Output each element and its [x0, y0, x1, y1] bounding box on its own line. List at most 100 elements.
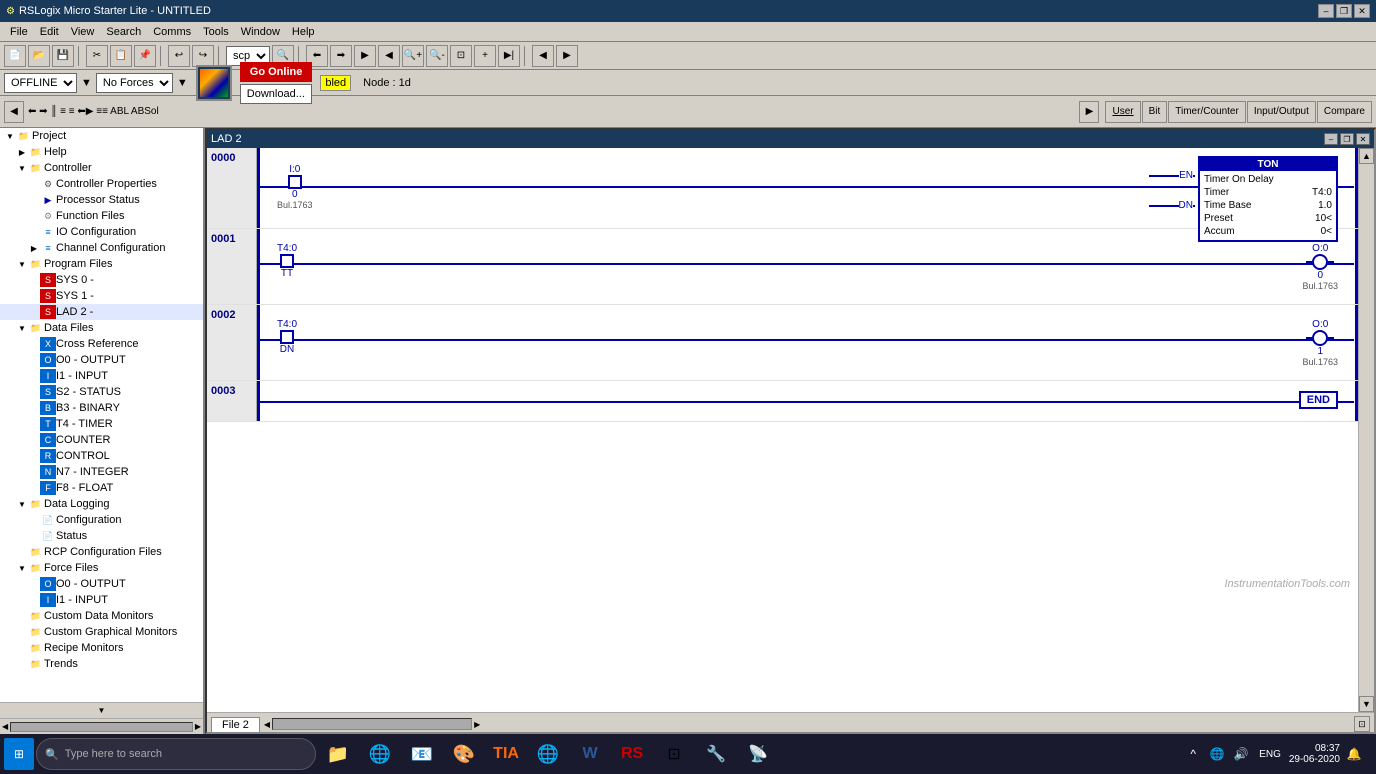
cut-button[interactable]: ✂ [86, 45, 108, 67]
taskbar-app-word[interactable]: W [570, 736, 610, 772]
taskbar-app-paint[interactable]: 🎨 [444, 736, 484, 772]
tree-item-force-input[interactable]: I I1 - INPUT [0, 592, 203, 608]
menu-view[interactable]: View [65, 24, 101, 40]
tree-item-processor-status[interactable]: ▶ Processor Status [0, 192, 203, 208]
taskbar-app-tia[interactable]: TIA [486, 736, 526, 772]
zoom-in[interactable]: 🔍+ [402, 45, 424, 67]
tree-item-data-files[interactable]: ▼ 📁 Data Files [0, 320, 203, 336]
download-button[interactable]: Download... [240, 84, 312, 104]
paste-button[interactable]: 📌 [134, 45, 156, 67]
tree-item-counter[interactable]: C COUNTER [0, 432, 203, 448]
lad-close-btn[interactable]: ✕ [1356, 133, 1370, 145]
h-scroll-left[interactable]: ◀ [264, 720, 270, 729]
tree-item-controller[interactable]: ▼ 📁 Controller [0, 160, 203, 176]
tree-item-recipe[interactable]: 📁 Recipe Monitors [0, 640, 203, 656]
undo-button[interactable]: ↩ [168, 45, 190, 67]
tree-item-input[interactable]: I I1 - INPUT [0, 368, 203, 384]
taskbar-app-mail[interactable]: 📧 [402, 736, 442, 772]
taskbar-app-edge[interactable]: 🌐 [360, 736, 400, 772]
menu-search[interactable]: Search [100, 24, 147, 40]
tree-item-force-output[interactable]: O O0 - OUTPUT [0, 576, 203, 592]
go-online-button[interactable]: Go Online [240, 62, 313, 82]
tree-item-help[interactable]: ▶ 📁 Help [0, 144, 203, 160]
tree-item-custom-graphical[interactable]: 📁 Custom Graphical Monitors [0, 624, 203, 640]
lad-scroll-area[interactable]: 0000 I:0 [207, 148, 1358, 712]
file2-tab[interactable]: File 2 [211, 717, 260, 732]
open-button[interactable]: 📂 [28, 45, 50, 67]
minimize-button[interactable]: – [1318, 4, 1334, 18]
taskbar-app-fileexplorer[interactable]: 📁 [318, 736, 358, 772]
sys-icon-chevron[interactable]: ^ [1183, 744, 1203, 764]
expand-left-btn[interactable]: ◀ [4, 101, 24, 123]
taskbar-app-rslogix[interactable]: RS [612, 736, 652, 772]
tree-item-lad2[interactable]: S LAD 2 - [0, 304, 203, 320]
fwd-button[interactable]: ▶ [556, 45, 578, 67]
add-button[interactable]: + [474, 45, 496, 67]
tree-item-float[interactable]: F F8 - FLOAT [0, 480, 203, 496]
menu-window[interactable]: Window [235, 24, 286, 40]
tab-compare[interactable]: Compare [1317, 101, 1372, 123]
tree-h-scrollbar[interactable]: ◀ ▶ [0, 718, 203, 734]
tree-item-force-files[interactable]: ▼ 📁 Force Files [0, 560, 203, 576]
tree-item-cross-ref[interactable]: X Cross Reference [0, 336, 203, 352]
nav-fwd[interactable]: ▶| [498, 45, 520, 67]
scroll-down-btn[interactable]: ▼ [1359, 696, 1374, 712]
close-button[interactable]: ✕ [1354, 4, 1370, 18]
h-scroll-right[interactable]: ▶ [474, 720, 480, 729]
taskbar-app-extra2[interactable]: 🔧 [696, 736, 736, 772]
search-bar[interactable]: 🔍 Type here to search [36, 738, 316, 770]
menu-tools[interactable]: Tools [197, 24, 235, 40]
back-button[interactable]: ◀ [532, 45, 554, 67]
tree-item-channel-config[interactable]: ▶ ≡ Channel Configuration [0, 240, 203, 256]
menu-comms[interactable]: Comms [147, 24, 197, 40]
restore-button[interactable]: ❐ [1336, 4, 1352, 18]
save-button[interactable]: 💾 [52, 45, 74, 67]
tree-item-program-files[interactable]: ▼ 📁 Program Files [0, 256, 203, 272]
tab-user[interactable]: User [1105, 101, 1140, 123]
clock[interactable]: 08:37 29-06-2020 [1289, 743, 1340, 765]
menu-file[interactable]: File [4, 24, 34, 40]
tab-input-output[interactable]: Input/Output [1247, 101, 1316, 123]
tab-bit[interactable]: Bit [1142, 101, 1168, 123]
corner-btn[interactable]: ⊡ [1354, 716, 1370, 732]
tree-item-io-config[interactable]: ≡ IO Configuration [0, 224, 203, 240]
tab-timer-counter[interactable]: Timer/Counter [1168, 101, 1246, 123]
forces-combo[interactable]: No Forces [96, 73, 173, 93]
zoom-fit[interactable]: ⊡ [450, 45, 472, 67]
scroll-up-btn[interactable]: ▲ [1359, 148, 1374, 164]
tb-btn4[interactable]: ◀ [378, 45, 400, 67]
lad-v-scrollbar[interactable]: ▲ ▼ [1358, 148, 1374, 712]
zoom-out[interactable]: 🔍- [426, 45, 448, 67]
tree-item-sys1[interactable]: S SYS 1 - [0, 288, 203, 304]
tree-item-control[interactable]: R CONTROL [0, 448, 203, 464]
copy-button[interactable]: 📋 [110, 45, 132, 67]
tree-item-trends[interactable]: 📁 Trends [0, 656, 203, 672]
tree-item-custom-data[interactable]: 📁 Custom Data Monitors [0, 608, 203, 624]
tree-scroll-bar[interactable]: ▼ [0, 702, 203, 718]
tree-item-function-files[interactable]: ⚙ Function Files [0, 208, 203, 224]
tree-item-integer[interactable]: N N7 - INTEGER [0, 464, 203, 480]
notification-icon[interactable]: 🔔 [1344, 744, 1364, 764]
start-button[interactable]: ⊞ [4, 738, 34, 770]
tree-item-controller-props[interactable]: ⚙ Controller Properties [0, 176, 203, 192]
lad-minimize-btn[interactable]: – [1324, 133, 1338, 145]
tree-item-binary[interactable]: B B3 - BINARY [0, 400, 203, 416]
lad-h-scrollbar[interactable]: ◀ ▶ [264, 716, 480, 732]
tree-item-status[interactable]: S S2 - STATUS [0, 384, 203, 400]
tree-item-project[interactable]: ▼ 📁 Project [0, 128, 203, 144]
taskbar-app-extra3[interactable]: 📡 [738, 736, 778, 772]
menu-edit[interactable]: Edit [34, 24, 65, 40]
sys-icon-volume[interactable]: 🔊 [1231, 744, 1251, 764]
lad-restore-btn[interactable]: ❐ [1340, 133, 1354, 145]
mode-combo[interactable]: OFFLINE [4, 73, 77, 93]
tb-btn2[interactable]: ➡ [330, 45, 352, 67]
taskbar-app-extra1[interactable]: ⊡ [654, 736, 694, 772]
tb-btn3[interactable]: ▶ [354, 45, 376, 67]
menu-help[interactable]: Help [286, 24, 321, 40]
taskbar-app-chrome[interactable]: 🌐 [528, 736, 568, 772]
expand-right-btn[interactable]: ▶ [1079, 101, 1099, 123]
tree-item-data-logging[interactable]: ▼ 📁 Data Logging [0, 496, 203, 512]
tree-item-sys0[interactable]: S SYS 0 - [0, 272, 203, 288]
tree-item-rcp-config[interactable]: 📁 RCP Configuration Files [0, 544, 203, 560]
tree-item-output[interactable]: O O0 - OUTPUT [0, 352, 203, 368]
